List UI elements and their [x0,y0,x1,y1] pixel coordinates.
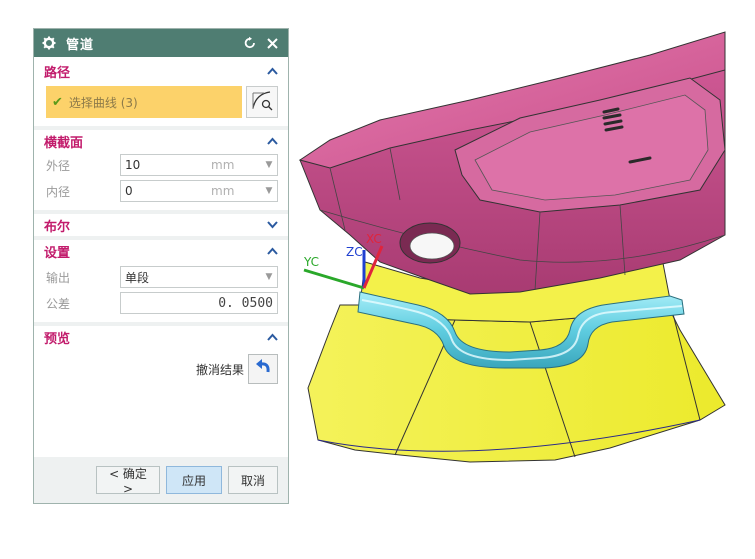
select-curve-label: 选择曲线 (3) [68,95,138,110]
undo-result-button[interactable] [248,354,278,384]
section-cross-section-header[interactable]: 横截面 [34,130,288,152]
outer-diameter-value[interactable]: 10 [121,158,211,172]
tube-dialog: 管道 路径 ✔ 选择曲线 (3) 横截面 外径 10 mm ▼ 内径 0 mm … [33,28,289,504]
axis-label-xc: XC [366,232,382,246]
undo-result-label: 撤消结果 [195,362,244,377]
section-preview-header[interactable]: 预览 [34,326,288,348]
cancel-button[interactable]: 取消 [228,466,278,494]
apply-button[interactable]: 应用 [166,466,222,494]
chevron-up-icon[interactable] [266,245,278,257]
outer-diameter-input[interactable]: 10 mm ▼ [120,154,278,176]
output-row: 输出 单段 ▼ [34,264,288,290]
select-curve-field[interactable]: ✔ 选择曲线 (3) [46,86,242,118]
chevron-down-icon[interactable]: ▼ [261,160,277,170]
chevron-up-icon[interactable] [266,65,278,77]
output-label: 输出 [46,270,71,285]
reset-icon[interactable] [242,35,258,51]
select-curve-button[interactable] [246,86,278,118]
undo-result-row: 撤消结果 [34,348,288,392]
section-boolean-header[interactable]: 布尔 [34,214,288,236]
tolerance-label: 公差 [46,296,71,311]
inner-diameter-input[interactable]: 0 mm ▼ [120,180,278,202]
outer-diameter-unit: mm [211,158,235,172]
ok-button[interactable]: < 确定 > [96,466,160,496]
section-boolean-label: 布尔 [44,219,71,235]
dialog-titlebar[interactable]: 管道 [34,29,288,57]
gear-icon [42,36,56,50]
close-icon[interactable] [264,35,280,51]
select-curve-row: ✔ 选择曲线 (3) [46,86,278,118]
undo-icon [253,357,273,381]
output-value: 单段 [125,270,150,285]
check-icon: ✔ [52,94,63,110]
chevron-up-icon[interactable] [266,331,278,343]
section-path-label: 路径 [44,65,71,81]
outer-diameter-row: 外径 10 mm ▼ [34,152,288,178]
outer-diameter-label: 外径 [46,158,71,173]
chevron-up-icon[interactable] [266,135,278,147]
section-settings-label: 设置 [44,245,71,261]
chevron-down-icon[interactable]: ▼ [261,186,277,196]
chevron-down-icon[interactable]: ▼ [261,272,277,282]
inner-diameter-unit: mm [211,184,235,198]
inner-diameter-label: 内径 [46,184,71,199]
section-preview-label: 预览 [44,331,71,347]
dialog-footer: < 确定 > 应用 取消 [34,457,288,503]
axis-label-zc: ZC [346,245,363,259]
chevron-down-icon[interactable] [266,219,278,231]
inner-diameter-value[interactable]: 0 [121,184,211,198]
output-select[interactable]: 单段 ▼ [120,266,278,288]
section-path-header[interactable]: 路径 [34,60,288,82]
axis-label-yc: YC [303,255,319,269]
tolerance-row: 公差 0. 0500 [34,290,288,316]
section-cross-section-label: 横截面 [44,135,84,151]
inner-diameter-row: 内径 0 mm ▼ [34,178,288,204]
tolerance-value[interactable]: 0. 0500 [218,296,273,311]
tolerance-input[interactable]: 0. 0500 [120,292,278,314]
dialog-title: 管道 [66,37,95,53]
select-curve-icon [250,88,274,116]
section-settings-header[interactable]: 设置 [34,240,288,262]
